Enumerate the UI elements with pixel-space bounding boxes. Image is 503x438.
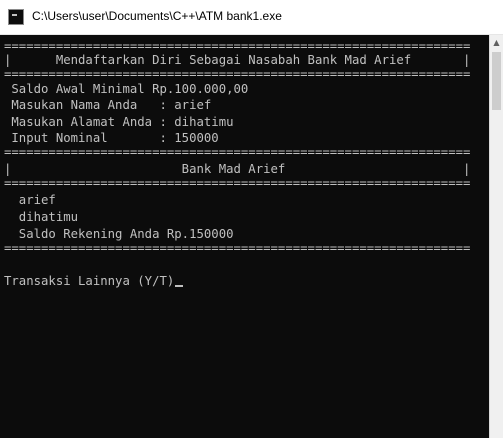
window-title: C:\Users\user\Documents\C++\ATM bank1.ex…: [32, 9, 282, 23]
text-cursor: [175, 285, 184, 287]
name-prompt: Masukan Nama Anda : arief: [4, 98, 212, 112]
separator-line: ========================================…: [4, 67, 471, 81]
separator-line: ========================================…: [4, 145, 471, 159]
scroll-up-arrow-icon[interactable]: ▲: [490, 35, 503, 51]
scroll-thumb[interactable]: [492, 52, 501, 110]
title-bar[interactable]: C:\Users\user\Documents\C++\ATM bank1.ex…: [0, 0, 503, 35]
min-balance-text: Saldo Awal Minimal Rp.100.000,00: [4, 82, 249, 96]
address-prompt: Masukan Alamat Anda : dihatimu: [4, 115, 234, 129]
separator-line: ========================================…: [4, 176, 471, 190]
separator-line: ========================================…: [4, 241, 471, 255]
account-name: arief: [4, 193, 56, 207]
console-app-icon: [8, 9, 24, 25]
console-output[interactable]: ========================================…: [0, 35, 489, 438]
transaction-prompt: Transaksi Lainnya (Y/T): [4, 273, 184, 289]
vertical-scrollbar[interactable]: ▲: [489, 35, 503, 438]
transaction-prompt-text: Transaksi Lainnya (Y/T): [4, 274, 175, 288]
account-address: dihatimu: [4, 210, 79, 224]
